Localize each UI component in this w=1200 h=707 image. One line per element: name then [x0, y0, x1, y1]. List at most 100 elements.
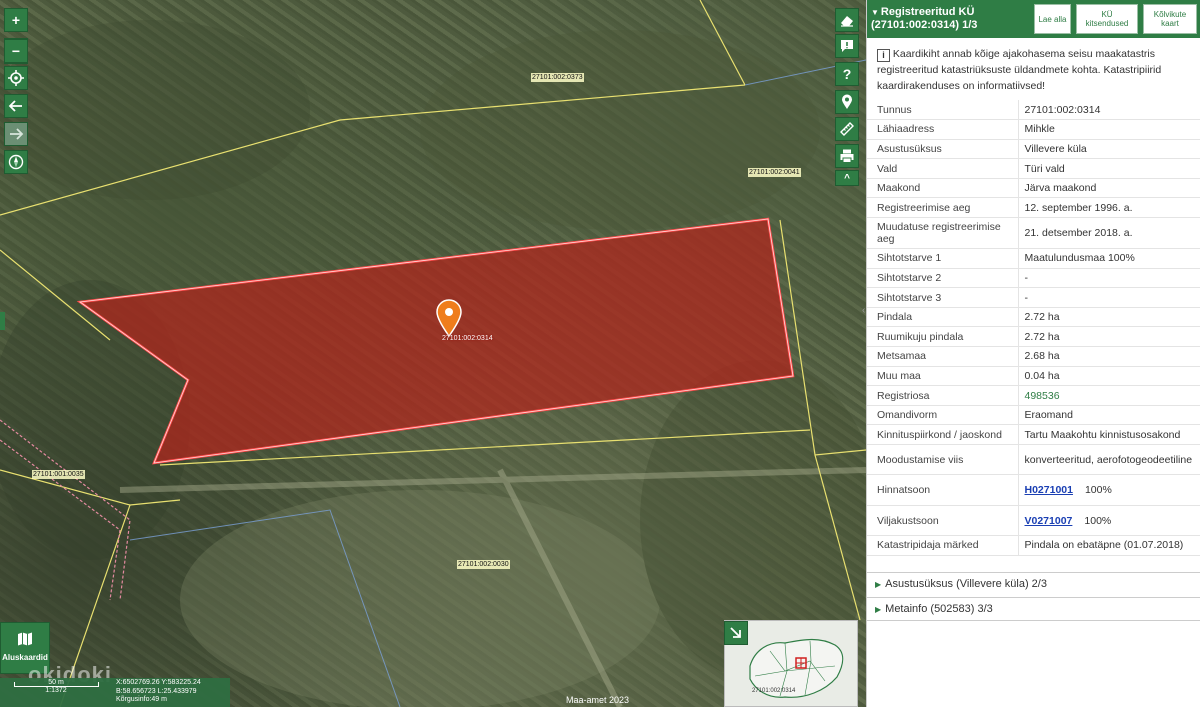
- attribute-value: -: [1018, 268, 1200, 289]
- zone-link[interactable]: V0271007: [1025, 515, 1073, 527]
- attribute-row: Muu maa 0.04 ha: [867, 366, 1200, 387]
- map-icon: [18, 632, 32, 646]
- registry-link[interactable]: 498536: [1025, 390, 1060, 402]
- attribute-row: Pindala 2.72 ha: [867, 307, 1200, 328]
- attribute-row: Katastripidaja märked Pindala on ebatäpne…: [867, 535, 1200, 556]
- comment-icon: [841, 40, 853, 52]
- attribute-row: Lähiaadress Mihkle: [867, 119, 1200, 140]
- print-button[interactable]: [835, 144, 859, 168]
- attribute-value: Türi vald: [1018, 158, 1200, 179]
- zoom-out-button-last[interactable]: −: [4, 39, 28, 63]
- attribute-value: V0271007 100%: [1018, 505, 1200, 536]
- arrow-down-right-icon: [730, 627, 741, 638]
- attribute-row: Hinnatsoon H0271001 100%: [867, 474, 1200, 506]
- parcel-label: 27101:002:0041: [748, 168, 801, 177]
- attribute-value: Tartu Maakohtu kinnistusosakond: [1018, 424, 1200, 445]
- attribute-row: Maakond Järva maakond: [867, 178, 1200, 199]
- attribute-key: Asustusüksus: [867, 139, 1019, 160]
- parcel-label: 27101:002:0030: [457, 560, 510, 569]
- help-button[interactable]: ?: [835, 62, 859, 86]
- measure-button[interactable]: [835, 117, 859, 141]
- attribute-value: 0.04 ha: [1018, 366, 1200, 387]
- suitable-map-button[interactable]: Kõlvikute kaart: [1143, 4, 1197, 34]
- locate-me-button[interactable]: [4, 66, 28, 90]
- attribute-key: Lähiaadress: [867, 119, 1019, 140]
- erase-button[interactable]: [835, 8, 859, 32]
- feedback-button[interactable]: [835, 34, 859, 58]
- restrictions-button[interactable]: KÜ kitsendused: [1076, 4, 1138, 34]
- attribute-value: Mihkle: [1018, 119, 1200, 140]
- coordinates-readout: X:6502769.26 Y:583225.24 B:58.656723 L:2…: [112, 678, 230, 707]
- printer-icon: [840, 149, 854, 163]
- panel-header: ▼ Registreeritud KÜ (27101:002:0314) 1/3 …: [867, 0, 1200, 38]
- map-canvas[interactable]: 27101:002:0314 27101:002:0373 27101:002:…: [0, 0, 866, 707]
- notice-text: Kaardikiht annab kõige ajakohasema seisu…: [877, 48, 1162, 92]
- map-overlay: [0, 0, 866, 707]
- attribute-key: Ruumikuju pindala: [867, 326, 1019, 348]
- collapse-tools-button[interactable]: ^: [835, 170, 859, 186]
- attribute-value: 2.68 ha: [1018, 346, 1200, 367]
- attribute-key: Muu maa: [867, 366, 1019, 387]
- compass-button[interactable]: [4, 150, 28, 174]
- section-settlement[interactable]: ▶ Asustusüksus (Villevere küla) 2/3: [867, 572, 1200, 596]
- attribute-row: Metsamaa 2.68 ha: [867, 346, 1200, 367]
- coords-height: Kõrgusinfo:49 m: [116, 696, 167, 703]
- attribute-table: Tunnus 27101:002:0314 Lähiaadress Mihkle Asu…: [867, 100, 1200, 556]
- parcel-label: 27101:002:0373: [531, 73, 584, 82]
- arrow-right-icon: [10, 128, 24, 140]
- attribute-value: 498536: [1018, 385, 1200, 406]
- attribute-key: Vald: [867, 158, 1019, 179]
- attribute-row: Sihtotstarve 1 Maatulundusmaa 100%: [867, 248, 1200, 269]
- attribute-value: konverteeritud, aerofotogeodeetiline: [1018, 444, 1200, 475]
- left-panel-handle[interactable]: [0, 312, 5, 330]
- attribute-key: Registriosa: [867, 385, 1019, 406]
- expand-triangle-icon: ▶: [875, 605, 882, 614]
- attribute-value: H0271001 100%: [1018, 474, 1200, 506]
- zoom-in-button[interactable]: +: [4, 8, 28, 32]
- section-metainfo[interactable]: ▶ Metainfo (502583) 3/3: [867, 597, 1200, 621]
- minimap-toggle-button[interactable]: [724, 621, 748, 645]
- attribute-value: Pindala on ebatäpne (01.07.2018): [1018, 535, 1200, 556]
- coords-bl: B:58.656723 L:25.433979: [116, 687, 197, 695]
- map-pin-icon: [842, 94, 852, 109]
- attribute-row: Kinnituspiirkond / jaoskond Tartu Maakoht…: [867, 424, 1200, 445]
- attribute-row: Registriosa 498536: [867, 385, 1200, 406]
- info-notice: i Kaardikiht annab kõige ajakohasema sei…: [867, 38, 1200, 100]
- attribute-key: Katastripidaja märked: [867, 535, 1019, 556]
- attribute-key: Moodustamise viis: [867, 444, 1019, 475]
- attribute-row: Moodustamise viis konverteeritud, aerofot…: [867, 444, 1200, 475]
- panel-title-line1: Registreeritud KÜ: [880, 6, 975, 18]
- panel-title[interactable]: ▼ Registreeritud KÜ (27101:002:0314) 1/3: [871, 6, 977, 31]
- arrow-left-icon: [8, 100, 22, 112]
- attribute-value: 2.72 ha: [1018, 307, 1200, 328]
- attribute-value: 21. detsember 2018. a.: [1018, 217, 1200, 250]
- attribute-key: Omandivorm: [867, 405, 1019, 426]
- attribute-value: Järva maakond: [1018, 178, 1200, 199]
- place-marker-button[interactable]: [835, 90, 859, 114]
- section-metainfo-label: Metainfo (502583) 3/3: [885, 603, 993, 615]
- eraser-icon: [841, 16, 853, 27]
- attribute-key: Metsamaa: [867, 346, 1019, 367]
- attribute-row: Vald Türi vald: [867, 158, 1200, 179]
- attribute-row: Omandivorm Eraomand: [867, 405, 1200, 426]
- basemap-label: Aluskaardid: [2, 653, 48, 662]
- attribute-row: Muudatuse registreerimise aeg 21. detsemb…: [867, 217, 1200, 250]
- attribute-key: Kinnituspiirkond / jaoskond: [867, 424, 1019, 445]
- info-icon: i: [877, 49, 890, 62]
- zone-percent: 100%: [1084, 514, 1112, 527]
- attribute-row: Registreerimise aeg 12. september 1996. a…: [867, 197, 1200, 219]
- expand-triangle-icon: ▶: [875, 580, 882, 589]
- collapse-triangle-icon: ▼: [871, 8, 879, 17]
- chevron-up-icon: ^: [844, 172, 850, 184]
- coords-xy: X:6502769.26 Y:583225.24: [116, 679, 201, 686]
- attribute-key: Sihtotstarve 2: [867, 268, 1019, 289]
- forward-button[interactable]: [4, 122, 28, 146]
- zone-link[interactable]: H0271001: [1025, 484, 1073, 496]
- attribute-row: Viljakustsoon V0271007 100%: [867, 505, 1200, 536]
- attribute-value: Eraomand: [1018, 405, 1200, 426]
- scale-ratio: 1:1372: [45, 687, 67, 694]
- download-button[interactable]: Lae alla: [1034, 4, 1071, 34]
- back-button[interactable]: [4, 94, 28, 118]
- parcel-label: 27101:001:0035: [32, 470, 85, 479]
- attribute-key: Registreerimise aeg: [867, 197, 1019, 219]
